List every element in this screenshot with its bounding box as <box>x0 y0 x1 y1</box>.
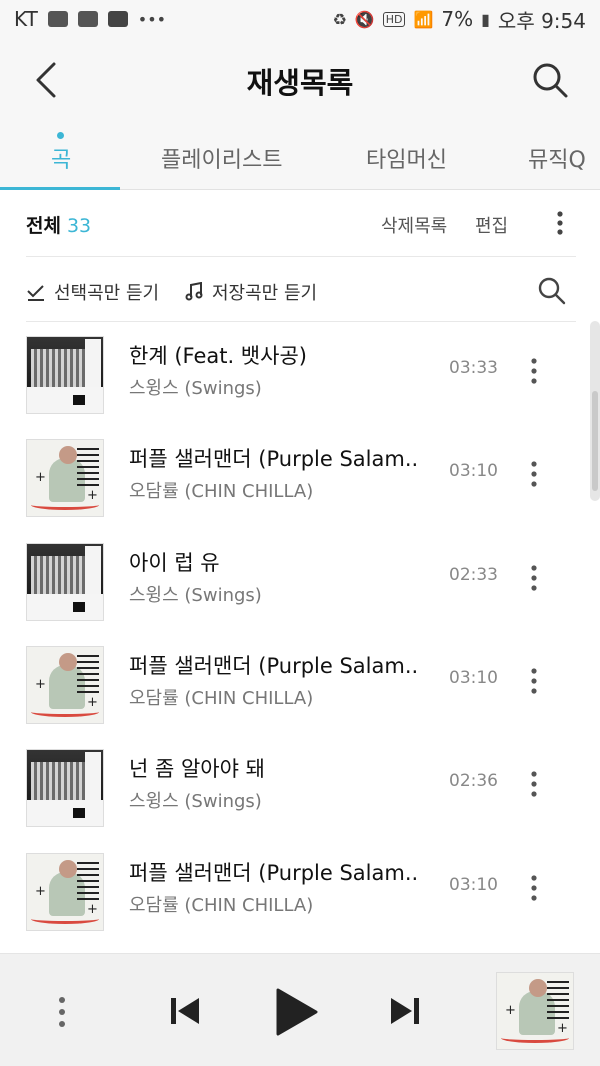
listen-selected-label: 선택곡만 듣기 <box>54 283 160 304</box>
song-artist: 오담률 (CHIN CHILLA) <box>129 895 314 916</box>
mini-player: + + <box>0 953 600 1066</box>
song-row[interactable]: 아이 럽 유스윙스 (Swings) 02:33 <box>0 531 590 634</box>
song-duration: 03:33 <box>449 358 498 378</box>
song-title: 퍼플 샐러맨더 (Purple Salam.. <box>129 654 419 678</box>
song-duration: 03:10 <box>449 461 498 481</box>
tab-time-machine[interactable]: 타임머신 <box>366 142 447 174</box>
youtube-icon <box>107 11 128 27</box>
tab-songs[interactable]: 곡 <box>51 142 71 174</box>
deleted-list-button[interactable]: 삭제목록 <box>381 212 447 238</box>
song-more-icon[interactable] <box>524 457 544 491</box>
clock: 오후 9:54 <box>497 8 586 33</box>
hd-icon: HD <box>382 11 406 27</box>
talk-icon <box>47 11 68 27</box>
now-playing-album-art[interactable]: + + <box>496 972 574 1050</box>
search-icon[interactable] <box>530 60 570 100</box>
more-options-icon[interactable] <box>550 209 570 237</box>
listen-options: 선택곡만 듣기 저장곡만 듣기 <box>0 265 600 321</box>
recycle-icon: ♻ <box>332 9 347 29</box>
listen-saved-label: 저장곡만 듣기 <box>212 283 318 304</box>
active-tab-underline <box>0 187 120 190</box>
active-tab-dot <box>57 132 64 139</box>
song-artist: 스윙스 (Swings) <box>129 791 262 812</box>
song-title: 퍼플 샐러맨더 (Purple Salam.. <box>129 861 419 885</box>
album-art[interactable] <box>26 749 104 827</box>
album-art[interactable]: + + <box>26 853 104 931</box>
tab-bar: 곡 플레이리스트 타임머신 뮤직Q <box>0 122 600 190</box>
song-duration: 02:33 <box>449 565 498 585</box>
search-list-icon[interactable] <box>536 275 566 305</box>
carrier-label: KT <box>14 7 38 31</box>
song-title: 넌 좀 알아야 돼 <box>129 757 265 781</box>
listen-saved-button[interactable]: 저장곡만 듣기 <box>184 279 317 305</box>
wifi-icon: 📶 <box>413 9 434 29</box>
song-title: 아이 럽 유 <box>129 551 220 575</box>
scrollbar[interactable] <box>590 321 600 501</box>
tab-playlists[interactable]: 플레이리스트 <box>161 142 282 174</box>
song-duration: 02:36 <box>449 771 498 791</box>
next-track-icon[interactable] <box>388 994 422 1028</box>
battery-icon: ▮ <box>481 9 490 29</box>
song-duration: 03:10 <box>449 875 498 895</box>
listen-selected-button[interactable]: 선택곡만 듣기 <box>26 279 159 305</box>
song-row[interactable]: 넌 좀 알아야 돼스윙스 (Swings) 02:36 <box>0 737 590 840</box>
battery-label: 7% <box>441 7 474 31</box>
total-count: 전체 33 <box>26 211 91 238</box>
song-more-icon[interactable] <box>524 354 544 388</box>
total-label: 전체 <box>26 215 61 237</box>
song-more-icon[interactable] <box>524 664 544 698</box>
status-bar: KT ••• ♻ 🔇 HD 📶 7% ▮ 오후 9:54 <box>0 0 600 38</box>
previous-track-icon[interactable] <box>168 994 202 1028</box>
app-header: 재생목록 <box>0 38 600 122</box>
album-art[interactable]: + + <box>26 439 104 517</box>
song-list-panel: 전체 33 삭제목록 편집 선택곡만 듣기 저장곡만 듣기 한계 (Feat. … <box>0 191 600 953</box>
song-title: 한계 (Feat. 뱃사공) <box>129 344 307 368</box>
scrollbar-thumb[interactable] <box>592 391 598 491</box>
tab-music-q[interactable]: 뮤직Q <box>528 142 586 174</box>
song-more-icon[interactable] <box>524 871 544 905</box>
divider <box>26 256 576 257</box>
song-artist: 스윙스 (Swings) <box>129 378 262 399</box>
mute-icon: 🔇 <box>354 9 375 29</box>
check-icon <box>27 285 44 301</box>
divider <box>26 321 576 322</box>
song-artist: 스윙스 (Swings) <box>129 585 262 606</box>
list-header: 전체 33 삭제목록 편집 <box>0 191 600 255</box>
song-more-icon[interactable] <box>524 561 544 595</box>
song-row[interactable]: 한계 (Feat. 뱃사공) 스윙스 (Swings) 03:33 <box>0 324 590 427</box>
song-duration: 03:10 <box>449 668 498 688</box>
gallery-icon <box>77 11 98 27</box>
album-art[interactable]: + + <box>26 646 104 724</box>
song-title: 퍼플 샐러맨더 (Purple Salam.. <box>129 447 419 471</box>
page-title: 재생목록 <box>246 66 354 100</box>
song-artist: 오담률 (CHIN CHILLA) <box>129 481 314 502</box>
song-row[interactable]: + + 퍼플 샐러맨더 (Purple Salam.. 오담률 (CHIN CHILL… <box>0 427 590 530</box>
music-note-icon <box>185 282 203 301</box>
album-art[interactable] <box>26 543 104 621</box>
album-art[interactable] <box>26 336 104 414</box>
song-row[interactable]: + + 퍼플 샐러맨더 (Purple Salam.. 오담률 (CHIN CHILL… <box>0 634 590 737</box>
song-more-icon[interactable] <box>524 767 544 801</box>
more-notifications-icon: ••• <box>137 9 167 29</box>
song-row[interactable]: + + 퍼플 샐러맨더 (Purple Salam.. 오담률 (CHIN CHILL… <box>0 841 590 944</box>
total-count-value: 33 <box>66 215 92 237</box>
song-artist: 오담률 (CHIN CHILLA) <box>129 688 314 709</box>
edit-button[interactable]: 편집 <box>475 212 508 238</box>
player-more-icon[interactable] <box>52 992 72 1032</box>
play-icon[interactable] <box>272 988 318 1036</box>
